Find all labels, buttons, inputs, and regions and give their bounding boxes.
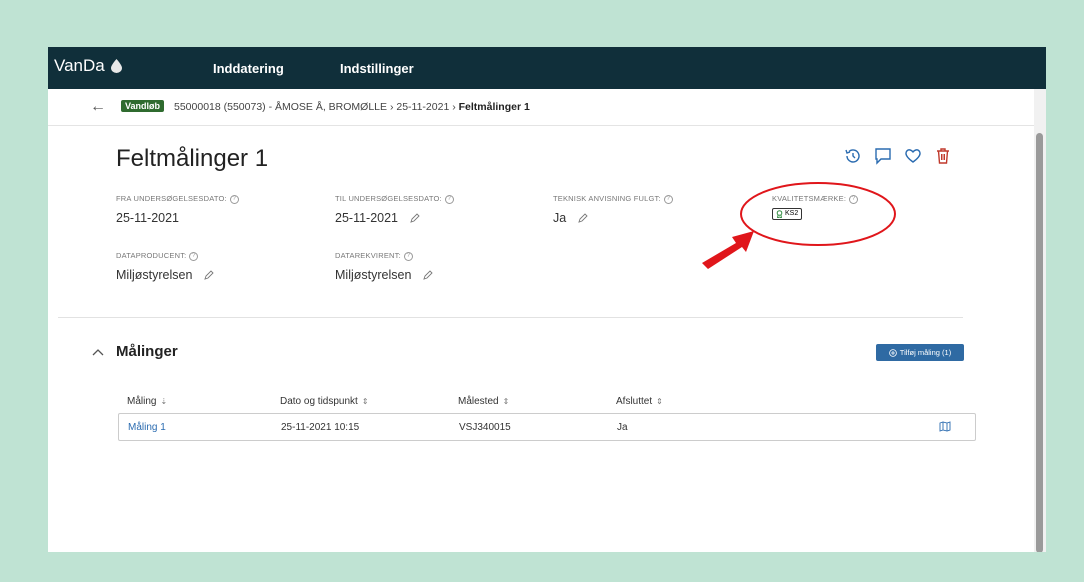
field-value: Miljøstyrelsen [335, 267, 412, 282]
column-header-maaling[interactable]: Måling ⇣ [127, 396, 167, 407]
trash-icon[interactable] [934, 147, 952, 165]
history-icon[interactable] [844, 147, 862, 165]
nav-inddatering[interactable]: Inddatering [213, 61, 284, 76]
field-datarekvirent: DATAREKVIRENT:? Miljøstyrelsen [335, 251, 433, 282]
comment-icon[interactable] [874, 147, 892, 165]
help-icon[interactable]: ? [403, 251, 413, 261]
field-label: DATAPRODUCENT: [116, 251, 187, 260]
field-label: TEKNISK ANVISNING FULGT: [553, 194, 661, 203]
app-name: VanDa [54, 56, 105, 75]
pencil-icon[interactable] [423, 270, 433, 280]
field-value: 25-11-2021 [116, 210, 180, 225]
field-value: 25-11-2021 [335, 210, 399, 225]
table-row[interactable]: Måling 1 25-11-2021 10:15 VSJ340015 Ja [118, 413, 976, 441]
breadcrumb-path: 55000018 (550073) - ÅMOSE Å, BROMØLLE › … [174, 101, 530, 113]
measurement-link[interactable]: Måling 1 [128, 422, 166, 433]
help-icon[interactable]: ? [189, 251, 199, 261]
annotation-arrow [702, 231, 754, 269]
help-icon[interactable]: ? [229, 194, 239, 204]
row-closed: Ja [617, 422, 628, 433]
app-window: VanDa Inddatering Indstillinger ← Vandlø… [48, 47, 1046, 552]
water-drop-icon [110, 59, 122, 73]
column-header-label: Målested [458, 396, 499, 407]
section-divider [58, 317, 963, 318]
field-value: Ja [553, 210, 567, 225]
page-title: Feltmålinger 1 [116, 145, 269, 172]
column-header-label: Afsluttet [616, 396, 653, 407]
map-icon[interactable] [939, 421, 951, 432]
field-fra-dato: FRA UNDERSØGELSESDATO:? 25-11-2021 [116, 194, 239, 225]
sort-icon[interactable]: ⇕ [503, 397, 510, 406]
nav-indstillinger[interactable]: Indstillinger [340, 61, 414, 76]
column-header-dato[interactable]: Dato og tidspunkt ⇕ [280, 396, 369, 407]
app-logo[interactable]: VanDa [54, 56, 122, 76]
field-label: TIL UNDERSØGELSESDATO: [335, 194, 442, 203]
field-dataproducent: DATAPRODUCENT:? Miljøstyrelsen [116, 251, 214, 282]
breadcrumb-current: Feltmålinger 1 [458, 101, 530, 113]
column-header-maalested[interactable]: Målested ⇕ [458, 396, 509, 407]
plus-circle-icon [888, 348, 897, 357]
field-label: DATAREKVIRENT: [335, 251, 401, 260]
sort-icon[interactable]: ⇕ [656, 397, 663, 406]
breadcrumb: ← Vandløb 55000018 (550073) - ÅMOSE Å, B… [48, 89, 1046, 126]
help-icon[interactable]: ? [663, 194, 673, 204]
annotation-ellipse [740, 182, 896, 246]
column-header-label: Dato og tidspunkt [280, 396, 358, 407]
field-label: FRA UNDERSØGELSESDATO: [116, 194, 227, 203]
row-date: 25-11-2021 10:15 [281, 422, 360, 433]
add-measurement-label: Tilføj måling (1) [899, 348, 952, 357]
column-header-afsluttet[interactable]: Afsluttet ⇕ [616, 396, 663, 407]
chevron-up-icon[interactable] [92, 348, 104, 356]
pencil-icon[interactable] [577, 213, 588, 223]
field-value: Miljøstyrelsen [116, 267, 193, 282]
back-arrow-icon[interactable]: ← [90, 98, 106, 116]
page-actions [844, 147, 952, 165]
add-measurement-button[interactable]: Tilføj måling (1) [876, 344, 964, 361]
sort-icon[interactable]: ⇣ [160, 397, 167, 406]
row-location: VSJ340015 [459, 422, 511, 433]
field-teknisk-anvisning: TEKNISK ANVISNING FULGT:? Ja [553, 194, 673, 225]
heart-icon[interactable] [904, 147, 922, 165]
section-header[interactable]: Målinger [92, 343, 178, 360]
breadcrumb-link[interactable]: 55000018 (550073) - ÅMOSE Å, BROMØLLE › … [174, 101, 456, 113]
type-tag: Vandløb [121, 100, 165, 112]
sort-icon[interactable]: ⇕ [362, 397, 369, 406]
scrollbar-thumb[interactable] [1036, 133, 1043, 552]
top-navigation: VanDa Inddatering Indstillinger [48, 47, 1046, 89]
pencil-icon[interactable] [409, 213, 420, 223]
column-header-label: Måling [127, 396, 157, 407]
help-icon[interactable]: ? [444, 194, 454, 204]
pencil-icon[interactable] [204, 270, 214, 280]
section-title: Målinger [116, 343, 178, 360]
field-til-dato: TIL UNDERSØGELSESDATO:? 25-11-2021 [335, 194, 454, 225]
